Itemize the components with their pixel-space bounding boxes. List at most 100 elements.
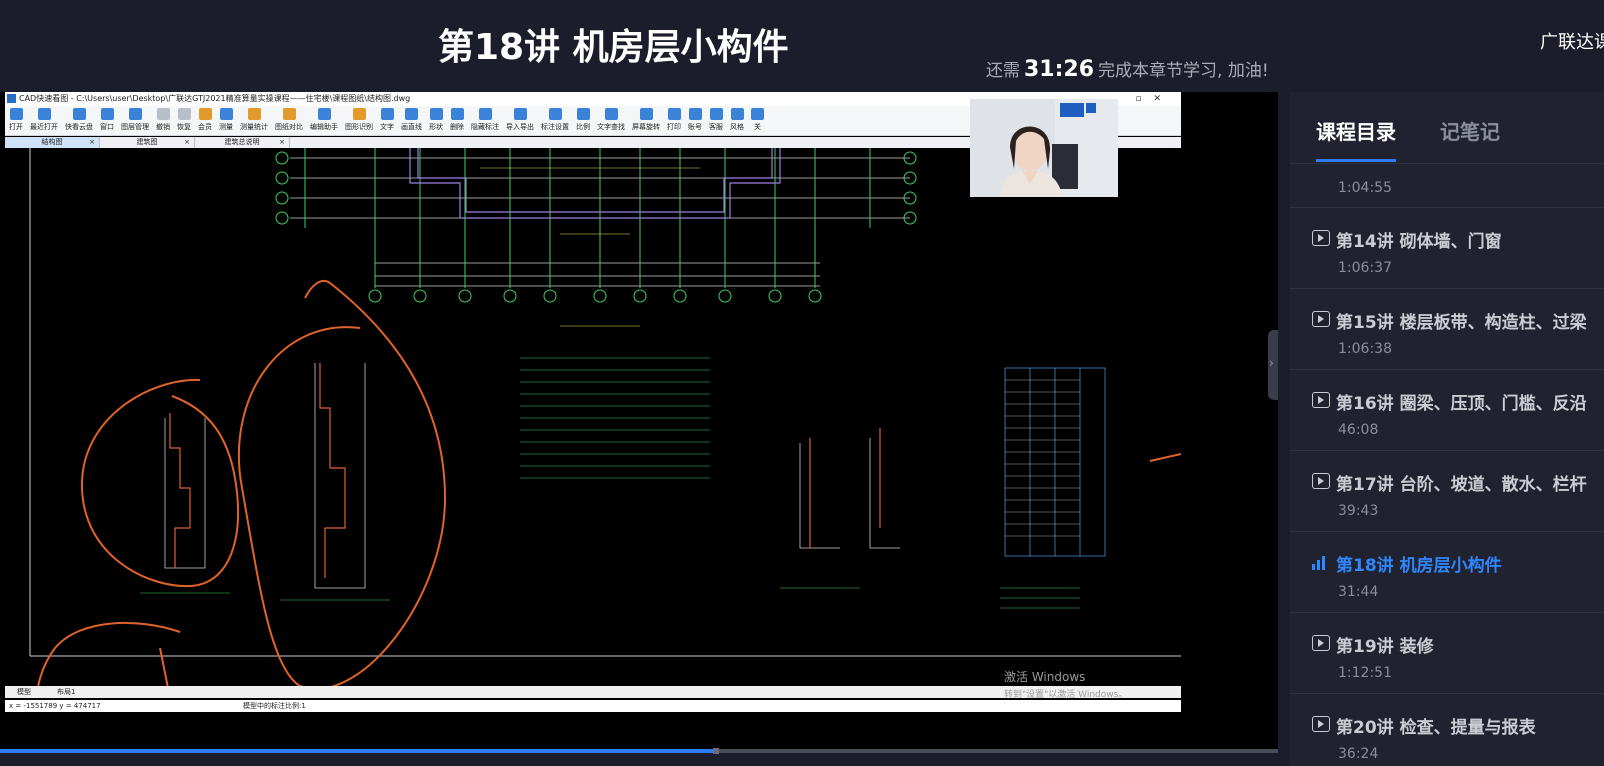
- cad-toolbar-button: 屏幕旋转: [632, 108, 660, 132]
- toolbar-label: 账号: [688, 123, 702, 131]
- toolbar-tool-icon: [730, 108, 744, 120]
- toolbar-label: 画直线: [401, 123, 422, 131]
- cad-tab-structure: 结构图 ×: [5, 137, 100, 148]
- close-icon: ×: [279, 138, 285, 146]
- toolbar-tool-icon: [282, 108, 296, 120]
- cad-scale: 模型中的标注比例:1: [243, 702, 306, 710]
- toolbar-tool-icon: [128, 108, 142, 120]
- cad-toolbar-button: 最近打开: [30, 108, 58, 132]
- video-progress-knob[interactable]: [712, 748, 719, 754]
- video-player[interactable]: CAD快速看图 - C:\Users\user\Desktop\广联达GTJ20…: [0, 92, 1278, 750]
- cad-toolbar-button: 关: [751, 108, 764, 132]
- watermark-line-1: 激活 Windows: [1004, 670, 1086, 684]
- tab-notes[interactable]: 记笔记: [1440, 116, 1500, 145]
- toolbar-tool-icon: [688, 108, 702, 120]
- toolbar-tool-icon: [751, 108, 764, 120]
- video-progress-bar[interactable]: [0, 748, 1278, 754]
- lesson-item[interactable]: 第20讲 检查、提量与报表 36:24: [1290, 694, 1604, 766]
- toolbar-tool-icon: [352, 108, 366, 120]
- toolbar-label: 会员: [198, 123, 212, 131]
- lesson-duration: 1:06:38: [1338, 341, 1392, 357]
- lesson-title: 第17讲 台阶、坡道、散水、栏杆: [1336, 475, 1587, 495]
- cad-toolbar-button: 快看云盘: [65, 108, 93, 132]
- cad-tab-label: 结构图: [41, 138, 63, 146]
- close-icon: ×: [89, 138, 95, 146]
- cad-toolbar-button: 打印: [667, 108, 681, 132]
- toolbar-tool-icon: [72, 108, 86, 120]
- lesson-title: 第14讲 砌体墙、门窗: [1336, 232, 1502, 252]
- cad-toolbar-button: 恢复: [177, 108, 191, 132]
- lesson-title: 第18讲 机房层小构件: [438, 27, 789, 68]
- toolbar-tool-icon: [576, 108, 590, 120]
- tab-course-catalog[interactable]: 课程目录: [1316, 116, 1396, 145]
- lesson-duration: 36:24: [1338, 746, 1379, 762]
- sidebar-collapse-handle[interactable]: ›: [1268, 330, 1278, 400]
- player-header: 第18讲 机房层小构件 广联达课 还需 31:26 完成本章节学习, 加油!: [0, 0, 1604, 92]
- toolbar-label: 风格: [730, 123, 744, 131]
- toolbar-tool-icon: [100, 108, 114, 120]
- cad-app-icon: [7, 94, 16, 103]
- cad-toolbar-button: 会员: [198, 108, 212, 132]
- toolbar-label: 测量统计: [240, 123, 268, 131]
- toolbar-tool-icon: [317, 108, 331, 120]
- cad-layout-tab-layout1: 布局1: [57, 688, 76, 696]
- remain-suffix: 完成本章节学习, 加油!: [1098, 61, 1269, 81]
- cad-toolbar-button: 账号: [688, 108, 702, 132]
- play-icon: [1312, 635, 1330, 651]
- now-playing-icon: [1312, 554, 1330, 570]
- toolbar-label: 导入导出: [506, 123, 534, 131]
- cad-toolbar-button: 隐藏标注: [471, 108, 499, 132]
- lesson-item[interactable]: 第14讲 砌体墙、门窗 1:06:37: [1290, 208, 1604, 289]
- active-tab-indicator: [1316, 159, 1396, 162]
- remaining-time-message: 还需 31:26 完成本章节学习, 加油!: [986, 56, 1269, 82]
- cad-tab-label: 建筑总说明: [224, 138, 260, 146]
- instructor-webcam: [970, 99, 1118, 197]
- cad-drawing: [0, 148, 1181, 688]
- toolbar-tool-icon: [198, 108, 212, 120]
- windows-activation-watermark: 激活 Windows 转到"设置"以激活 Windows。: [1004, 668, 1127, 700]
- cad-toolbar-button: 测量统计: [240, 108, 268, 132]
- course-sidebar: 课程目录 记笔记 1:04:55 第14讲 砌体墙、门窗 1:06:37 第15讲 楼…: [1290, 92, 1604, 766]
- remain-time: 31:26: [1024, 57, 1095, 82]
- lesson-item[interactable]: 第18讲 机房层小构件 31:44: [1290, 532, 1604, 613]
- lesson-item[interactable]: 第17讲 台阶、坡道、散水、栏杆 39:43: [1290, 451, 1604, 532]
- lesson-duration: 1:04:55: [1338, 180, 1392, 196]
- lesson-item[interactable]: 1:04:55: [1290, 164, 1604, 208]
- toolbar-label: 标注设置: [541, 123, 569, 131]
- cad-toolbar-button: 比例: [576, 108, 590, 132]
- toolbar-tool-icon: [709, 108, 723, 120]
- cad-toolbar-button: 导入导出: [506, 108, 534, 132]
- toolbar-tool-icon: [177, 108, 191, 120]
- cad-tab-label: 建筑图: [136, 138, 158, 146]
- lesson-duration: 39:43: [1338, 503, 1379, 519]
- cad-tab-architecture: 建筑图 ×: [100, 137, 195, 148]
- toolbar-label: 图纸对比: [275, 123, 303, 131]
- lesson-title: 第20讲 检查、提量与报表: [1336, 718, 1536, 738]
- sidebar-tabs: 课程目录 记笔记: [1290, 92, 1604, 164]
- toolbar-tool-icon: [478, 108, 492, 120]
- toolbar-label: 图层管理: [121, 123, 149, 131]
- play-icon: [1312, 716, 1330, 732]
- toolbar-tool-icon: [639, 108, 653, 120]
- lesson-item[interactable]: 第15讲 楼层板带、构造柱、过梁 1:06:38: [1290, 289, 1604, 370]
- cad-layout-tab-model: 模型: [17, 688, 31, 696]
- lesson-title: 第18讲 机房层小构件: [1336, 556, 1502, 576]
- toolbar-label: 文字查找: [597, 123, 625, 131]
- toolbar-tool-icon: [37, 108, 51, 120]
- remain-prefix: 还需: [986, 61, 1020, 81]
- cad-coordinates: x = -1551789 y = 474717: [9, 702, 101, 710]
- toolbar-tool-icon: [548, 108, 562, 120]
- cad-toolbar-button: 文字: [380, 108, 394, 132]
- toolbar-tool-icon: [450, 108, 464, 120]
- toolbar-label: 编辑助手: [310, 123, 338, 131]
- toolbar-label: 删除: [450, 123, 464, 131]
- cad-toolbar-button: 打开: [9, 108, 23, 132]
- play-icon: [1312, 230, 1330, 246]
- toolbar-label: 文字: [380, 123, 394, 131]
- toolbar-tool-icon: [219, 108, 233, 120]
- toolbar-tool-icon: [247, 108, 261, 120]
- lesson-item[interactable]: 第19讲 装修 1:12:51: [1290, 613, 1604, 694]
- toolbar-tool-icon: [380, 108, 394, 120]
- lesson-item[interactable]: 第16讲 圈梁、压顶、门槛、反沿 46:08: [1290, 370, 1604, 451]
- chevron-right-icon: ›: [1269, 356, 1274, 370]
